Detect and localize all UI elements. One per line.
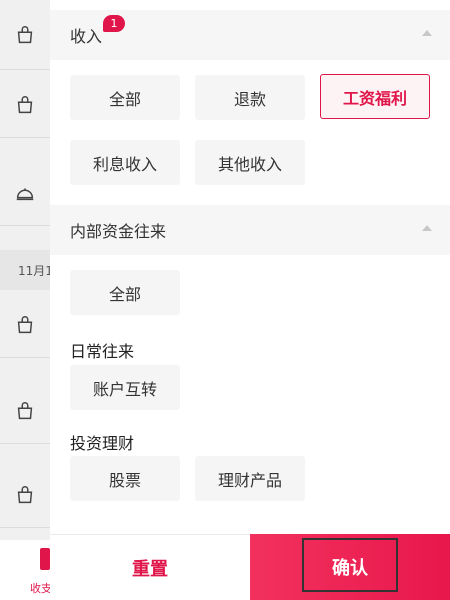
list-item[interactable] [0, 378, 50, 444]
chevron-up-icon[interactable] [422, 30, 432, 36]
chip-stocks[interactable]: 股票 [70, 456, 180, 501]
focus-outline [302, 538, 398, 592]
background-transaction-list: 11月1 收支 [0, 0, 50, 600]
shopping-bag-icon [17, 95, 33, 113]
confirm-button[interactable]: 确认 [250, 534, 450, 600]
chevron-up-icon[interactable] [422, 225, 432, 231]
action-bar: 重置 确认 [50, 534, 450, 600]
section-title: 收入 [70, 27, 103, 46]
shopping-bag-icon [17, 485, 33, 503]
chip-salary-benefits[interactable]: 工资福利 [320, 74, 430, 119]
list-item[interactable] [0, 292, 50, 358]
chip-income-all[interactable]: 全部 [70, 75, 180, 120]
section-header-internal-funds[interactable]: 内部资金往来 [50, 205, 450, 255]
section-header-income[interactable]: 收入 1 [50, 10, 450, 60]
cloche-icon [16, 187, 34, 200]
chip-interest-income[interactable]: 利息收入 [70, 140, 180, 185]
chip-wealth-products[interactable]: 理财产品 [195, 456, 305, 501]
chip-internal-all[interactable]: 全部 [70, 270, 180, 315]
list-item[interactable] [0, 0, 50, 70]
chip-refund[interactable]: 退款 [195, 75, 305, 120]
chip-other-income[interactable]: 其他收入 [195, 140, 305, 185]
date-separator: 11月1 [0, 250, 50, 290]
category-filter-drawer: 收入 1 全部 退款 工资福利 利息收入 其他收入 内部资金往来 全部 日常往来… [50, 0, 450, 600]
list-item[interactable] [0, 462, 50, 528]
shopping-bag-icon [17, 401, 33, 419]
subgroup-title-investment: 投资理财 [70, 434, 135, 453]
reset-button[interactable]: 重置 [50, 534, 250, 600]
shopping-bag-icon [17, 315, 33, 333]
subgroup-title-daily: 日常往来 [70, 342, 135, 361]
chip-account-transfer[interactable]: 账户互转 [70, 365, 180, 410]
count-badge: 1 [103, 15, 125, 32]
list-item[interactable] [0, 72, 50, 138]
section-title: 内部资金往来 [70, 222, 167, 241]
list-item[interactable] [0, 160, 50, 226]
ledger-icon [40, 548, 50, 570]
bottom-tab-income-expense[interactable]: 收支 [0, 540, 50, 600]
shopping-bag-icon [17, 25, 33, 43]
tab-label: 收支 [30, 582, 50, 595]
